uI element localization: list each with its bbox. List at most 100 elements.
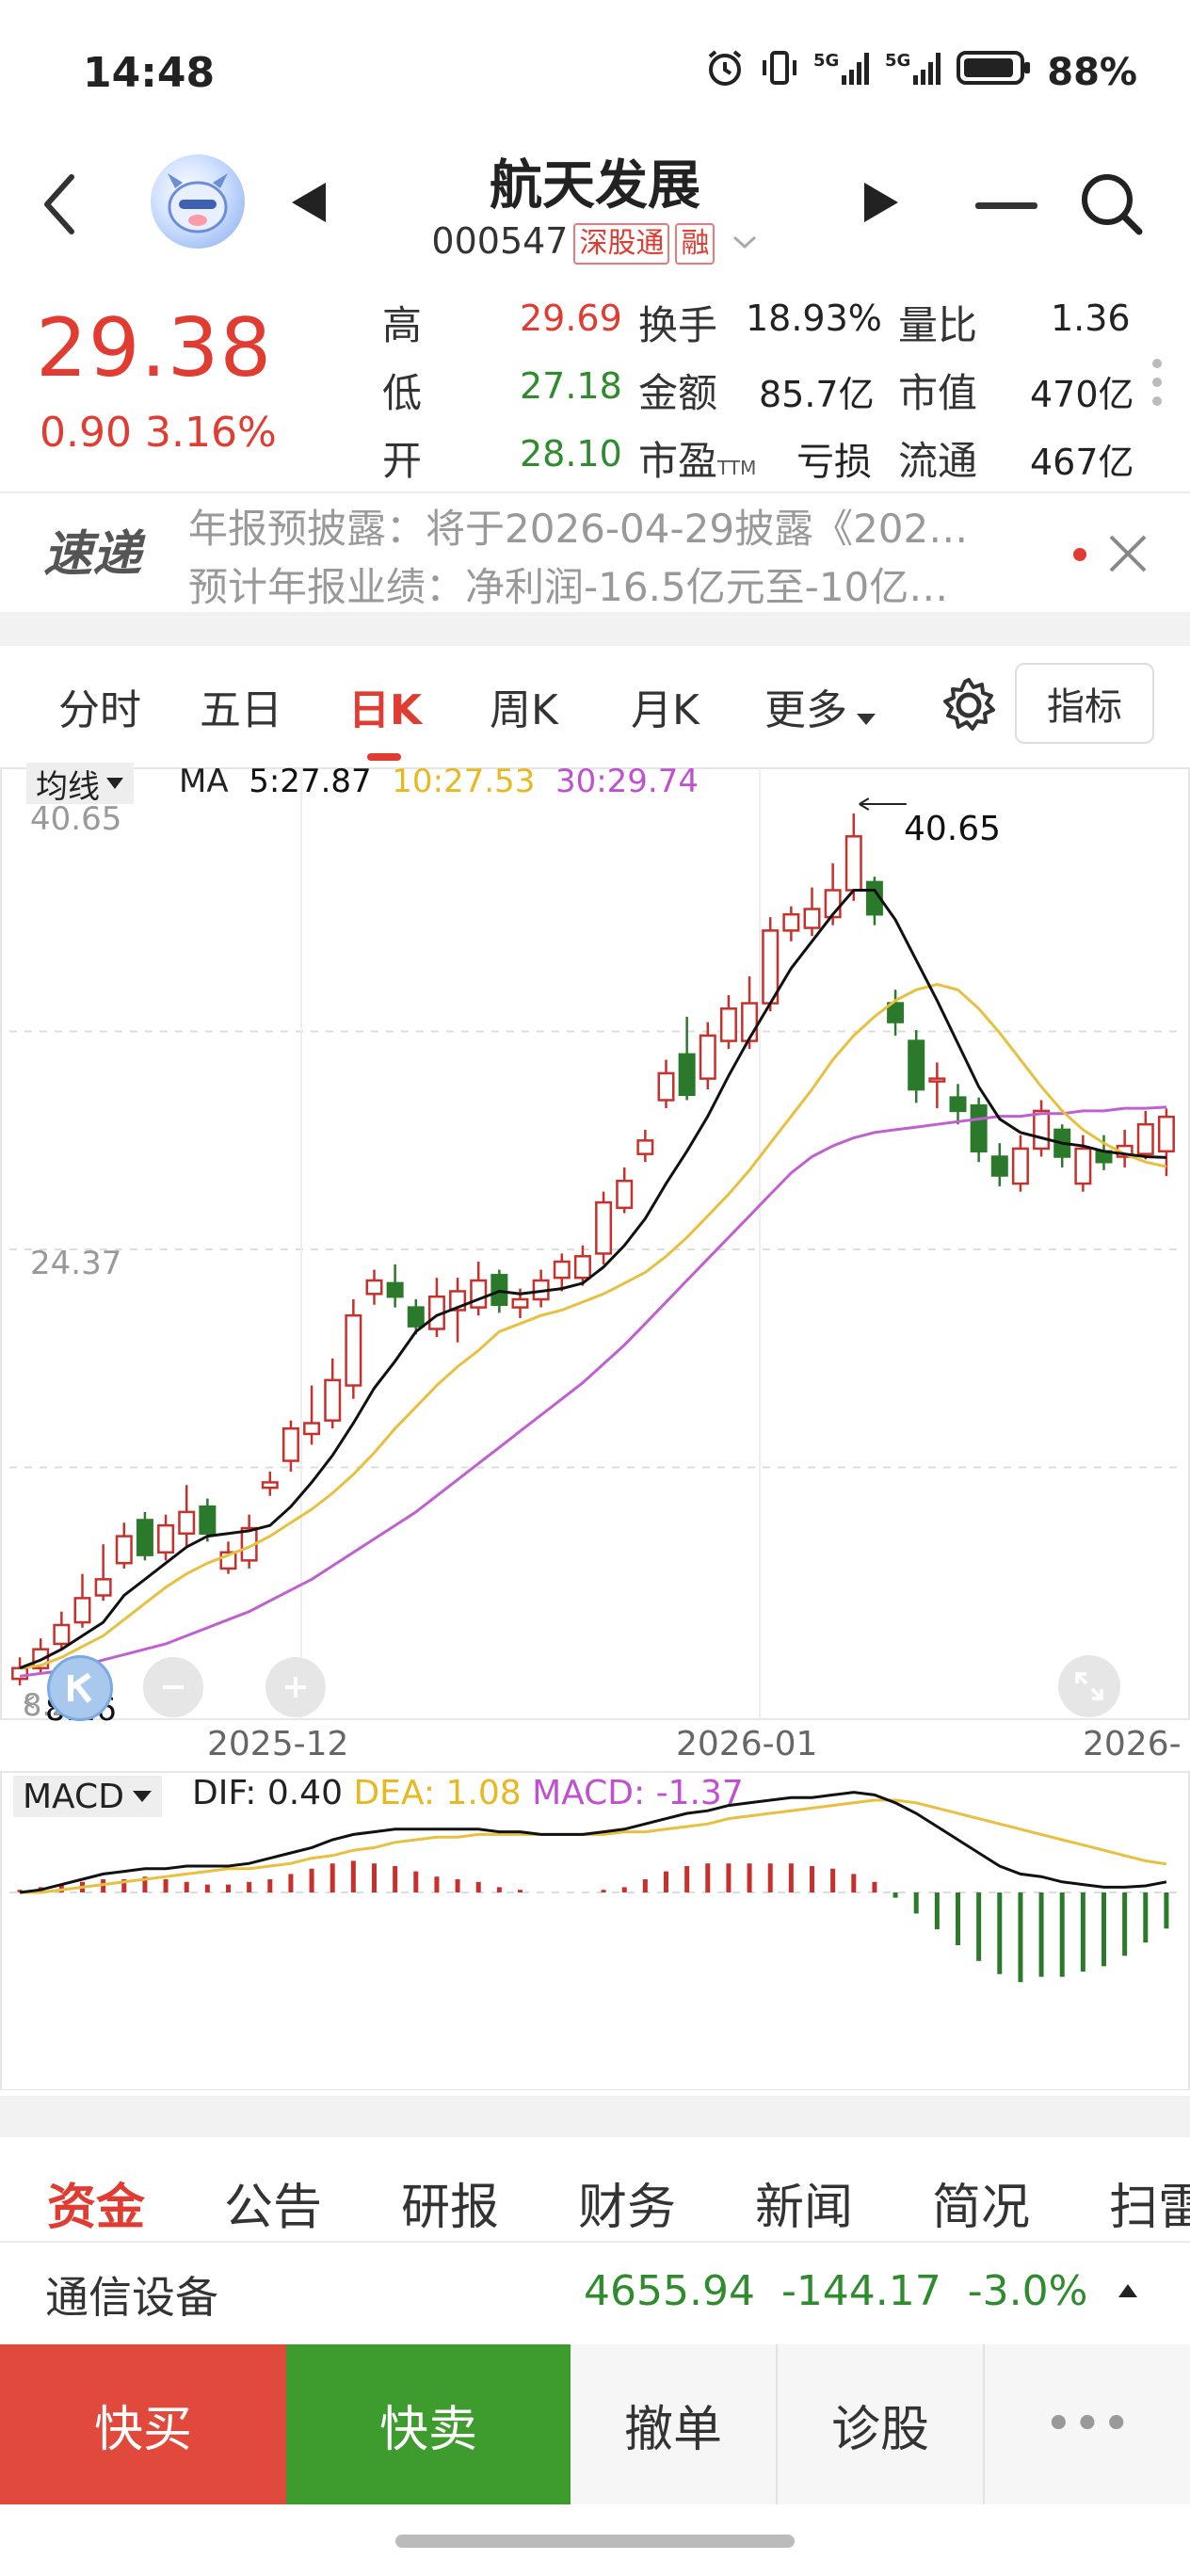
notice-line-2[interactable]: 预计年报业绩：净利润-16.5亿元至-10亿…: [188, 555, 1073, 613]
close-notice-button[interactable]: [1107, 533, 1149, 578]
candle-body: [178, 1510, 196, 1536]
caret-down-icon: [855, 689, 877, 737]
tab-news[interactable]: 新闻: [755, 2167, 853, 2238]
notice-line-1[interactable]: 年报预披露：将于2026-04-29披露《202…: [188, 497, 1073, 555]
candle-body: [990, 1155, 1008, 1177]
margin-tag: 融: [675, 222, 716, 265]
section-gap: [0, 612, 1190, 646]
chart-area[interactable]: [0, 763, 1190, 2091]
cancel-order-label: 撤单: [623, 2401, 722, 2458]
turnover-label: 换手: [638, 302, 718, 348]
date-axis-3: 2026-: [1083, 1725, 1182, 1763]
tab-scan[interactable]: 扫雷: [1109, 2167, 1190, 2233]
chevron-down-icon[interactable]: [731, 223, 759, 265]
ma10-line: [19, 982, 1167, 1670]
candle-body: [678, 1053, 696, 1097]
gear-icon: [943, 678, 995, 731]
tab-announcements[interactable]: 公告: [224, 2167, 322, 2238]
industry-name[interactable]: 通信设备: [45, 2263, 218, 2326]
zoom-in-button[interactable]: [265, 1657, 326, 1717]
more-actions-button[interactable]: •••: [985, 2344, 1190, 2504]
zoom-out-button[interactable]: [143, 1657, 203, 1717]
candle-body: [303, 1422, 321, 1436]
tab-monthly-k[interactable]: 月K: [631, 676, 700, 736]
kline-logo-button[interactable]: [47, 1655, 113, 1721]
candle-body: [595, 1200, 613, 1255]
ma-label: MA: [179, 763, 229, 800]
change-percent: 3.16%: [144, 409, 277, 457]
low-value: 27.18: [520, 365, 622, 407]
tab-five-day[interactable]: 五日: [200, 676, 282, 736]
macd-dropdown[interactable]: MACD: [13, 1776, 162, 1817]
candle-body: [1157, 1115, 1175, 1153]
candle-body: [719, 1007, 737, 1042]
section-gap-2: [0, 2096, 1190, 2137]
signal-5g-icon: 5G: [813, 47, 870, 98]
candle-body: [970, 1103, 988, 1153]
tab-research[interactable]: 研报: [401, 2167, 499, 2238]
candle-body: [407, 1306, 425, 1328]
quick-sell-button[interactable]: 快卖: [286, 2344, 571, 2504]
notice-badge-text: 速递: [43, 526, 146, 582]
vol-ratio-label: 量比: [898, 302, 978, 348]
candle-body: [928, 1077, 946, 1083]
ma30-line: [19, 1105, 1166, 1678]
tab-finance[interactable]: 财务: [578, 2167, 676, 2238]
minus-icon: [975, 202, 1037, 209]
amount-label: 金额: [638, 370, 718, 416]
ma-legend: MA 5:27.87 10:27.53 30:29.74: [179, 763, 699, 800]
diagnose-button[interactable]: 诊股: [778, 2344, 985, 2504]
low-label: 低: [382, 370, 423, 416]
tab-funds[interactable]: 资金: [47, 2167, 145, 2238]
date-axis-1: 2025-12: [207, 1725, 349, 1763]
quick-sell-label: 快卖: [378, 2401, 477, 2458]
price-axis-top: 40.65: [30, 800, 122, 838]
candle-body: [616, 1179, 634, 1210]
minus-icon: [163, 1685, 184, 1689]
tab-more[interactable]: 更多: [764, 676, 877, 737]
candle-body: [136, 1519, 153, 1556]
more-dots-icon[interactable]: [1150, 358, 1164, 411]
candle-body: [1033, 1109, 1051, 1151]
quick-buy-button[interactable]: 快买: [0, 2344, 286, 2504]
home-indicator: [395, 2535, 795, 2548]
caret-up-icon[interactable]: [1117, 2282, 1139, 2303]
tab-weekly-k[interactable]: 周K: [490, 676, 558, 736]
settings-button[interactable]: [940, 676, 998, 738]
express-logo-icon: 速递: [43, 526, 146, 583]
price-axis-mid: 24.37: [30, 1245, 122, 1282]
dea-value: DEA: 1.08: [353, 1774, 522, 1812]
float-label: 流通: [898, 438, 978, 484]
amount-value: 85.7亿: [759, 374, 875, 415]
indicator-button[interactable]: 指标: [1015, 663, 1154, 744]
status-bar: 14:48 5G 5G 88%: [0, 0, 1190, 151]
candle-body: [1011, 1147, 1029, 1185]
minus-button[interactable]: [975, 198, 1037, 216]
candle-body: [803, 908, 821, 929]
turnover-value: 18.93%: [746, 298, 882, 339]
quick-buy-label: 快买: [93, 2401, 192, 2458]
candle-body: [1136, 1122, 1154, 1155]
caret-down-icon: [132, 1791, 152, 1802]
cancel-order-button[interactable]: 撤单: [571, 2344, 778, 2504]
candle-body: [365, 1279, 383, 1296]
industry-quote[interactable]: 4655.94 -144.17 -3.0%: [584, 2267, 1087, 2315]
tab-intraday[interactable]: 分时: [58, 676, 141, 736]
industry-change: -144.17: [780, 2267, 941, 2315]
candle-body: [844, 835, 862, 892]
candle-body: [73, 1597, 91, 1624]
mktcap-label: 市值: [898, 370, 978, 416]
search-button[interactable]: [1077, 169, 1145, 241]
signal-5g-icon-2: 5G: [885, 47, 941, 98]
status-time: 14:48: [83, 49, 216, 97]
ma-legend-dropdown[interactable]: 均线: [26, 763, 134, 806]
diagnose-label: 诊股: [830, 2401, 929, 2458]
tab-more-label: 更多: [764, 686, 847, 734]
tab-profile[interactable]: 简况: [932, 2167, 1030, 2238]
fullscreen-button[interactable]: [1058, 1655, 1120, 1717]
tab-daily-k[interactable]: 日K: [348, 676, 422, 736]
divider-2: [0, 2241, 1190, 2243]
candle-body: [281, 1427, 299, 1462]
next-stock-button[interactable]: [860, 179, 902, 230]
indicator-button-label: 指标: [1047, 685, 1122, 729]
